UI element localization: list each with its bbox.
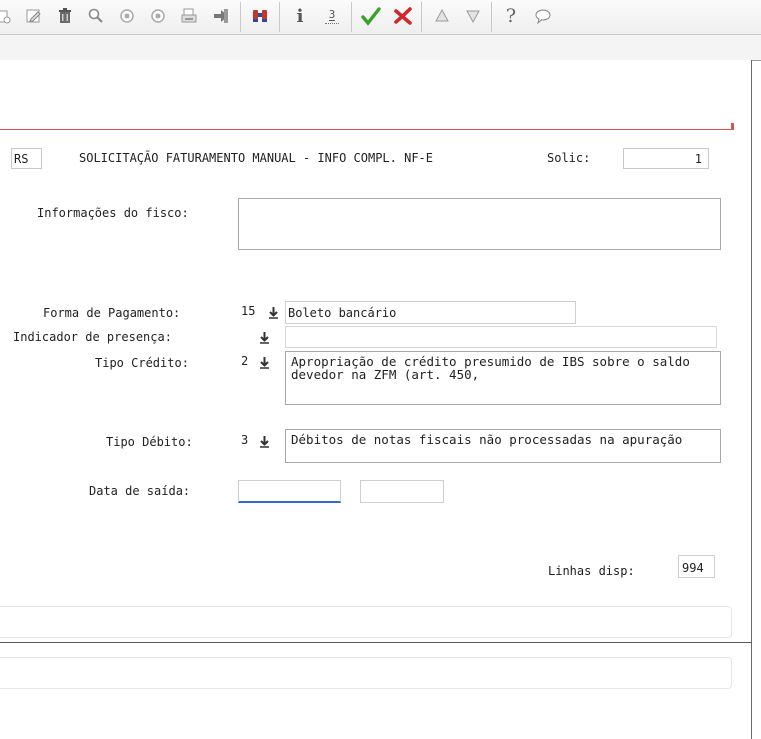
cancel-x-icon[interactable]	[390, 3, 416, 29]
debito-code-field[interactable]: 3	[238, 431, 258, 451]
fisco-textarea[interactable]	[238, 198, 721, 250]
presenca-desc-field	[285, 326, 717, 348]
print-icon[interactable]	[176, 3, 202, 29]
pagamento-code-field[interactable]: 15	[238, 302, 268, 322]
credito-desc-value: Apropriação de crédito presumido de IBS …	[291, 354, 690, 382]
zoom-binoculars-icon[interactable]	[247, 3, 273, 29]
fisco-label: Informações do fisco:	[37, 206, 189, 220]
pagamento-code-value: 15	[241, 304, 256, 318]
credito-code-field[interactable]: 2	[238, 352, 258, 372]
estab-value: RS	[14, 152, 29, 166]
info-icon[interactable]: i	[287, 3, 313, 29]
move-up-icon[interactable]	[429, 3, 455, 29]
pagamento-dropdown-icon[interactable]	[267, 305, 279, 319]
presenca-dropdown-icon[interactable]	[258, 330, 270, 344]
toolbar-band	[0, 35, 761, 61]
header-separator	[0, 129, 734, 130]
data-saida-input[interactable]	[238, 480, 341, 503]
presenca-label: Indicador de presença:	[13, 330, 172, 344]
linhas-value: 994	[682, 561, 704, 575]
solic-label: Solic:	[547, 151, 591, 165]
solic-value: 1	[694, 152, 702, 166]
confirm-check-icon[interactable]	[358, 3, 384, 29]
data-saida-label: Data de saída:	[89, 484, 191, 498]
go-to-icon[interactable]	[208, 3, 234, 29]
linhas-field: 994	[678, 555, 715, 578]
credito-desc-textarea: Apropriação de crédito presumido de IBS …	[285, 351, 721, 405]
pagamento-label: Forma de Pagamento:	[43, 306, 181, 320]
data-saida-extra-field[interactable]	[360, 480, 444, 503]
pagamento-desc-field: Boleto bancário	[285, 301, 576, 324]
solic-field[interactable]: 1	[623, 148, 709, 169]
chat-icon[interactable]	[530, 3, 556, 29]
help-icon[interactable]: ?	[498, 3, 524, 29]
previous-record-icon[interactable]	[114, 3, 140, 29]
credito-dropdown-icon[interactable]	[258, 355, 270, 369]
lower-panel-2	[0, 657, 732, 689]
delete-icon[interactable]	[52, 3, 78, 29]
move-down-icon[interactable]	[460, 3, 486, 29]
lower-panel-1	[0, 606, 732, 638]
copy-icon[interactable]	[0, 3, 16, 29]
estab-field[interactable]: RS	[11, 148, 42, 169]
debito-desc-textarea: Débitos de notas fiscais não processadas…	[285, 429, 721, 463]
next-record-icon[interactable]	[145, 3, 171, 29]
debito-desc-value: Débitos de notas fiscais não processadas…	[291, 432, 683, 447]
header-separator-tick	[731, 123, 734, 130]
search-icon[interactable]	[83, 3, 109, 29]
edit-icon[interactable]	[21, 3, 47, 29]
credito-code-value: 2	[241, 354, 249, 368]
sequence-icon[interactable]: 3	[319, 3, 345, 29]
bottom-separator	[0, 642, 752, 643]
credito-label: Tipo Crédito:	[95, 356, 189, 370]
linhas-label: Linhas disp:	[548, 564, 635, 578]
debito-label: Tipo Débito:	[106, 435, 193, 449]
page-title: SOLICITAÇÃO FATURAMENTO MANUAL - INFO CO…	[79, 151, 434, 165]
debito-dropdown-icon[interactable]	[258, 434, 270, 448]
debito-code-value: 3	[241, 433, 249, 447]
toolbar: i 3 ?	[0, 0, 761, 35]
pagamento-desc-value: Boleto bancário	[288, 306, 397, 320]
